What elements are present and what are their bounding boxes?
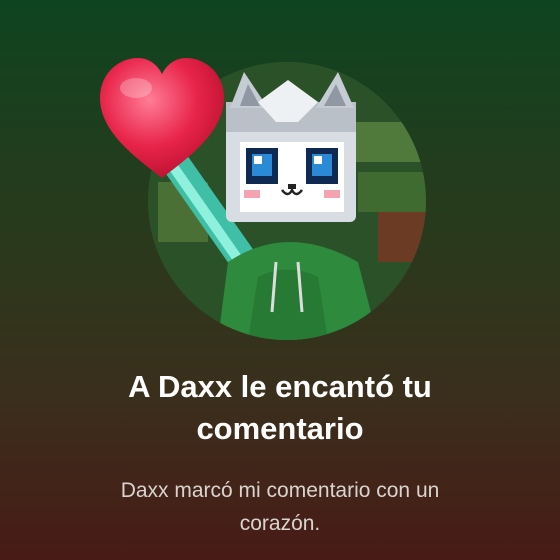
heart-icon xyxy=(96,54,228,182)
heart-notification-card: A Daxx le encantó tu comentario Daxx mar… xyxy=(0,0,560,560)
notification-message: Daxx marcó mi comentario con un corazón. xyxy=(120,479,440,535)
notification-title: A Daxx le encantó tu comentario xyxy=(128,369,432,446)
